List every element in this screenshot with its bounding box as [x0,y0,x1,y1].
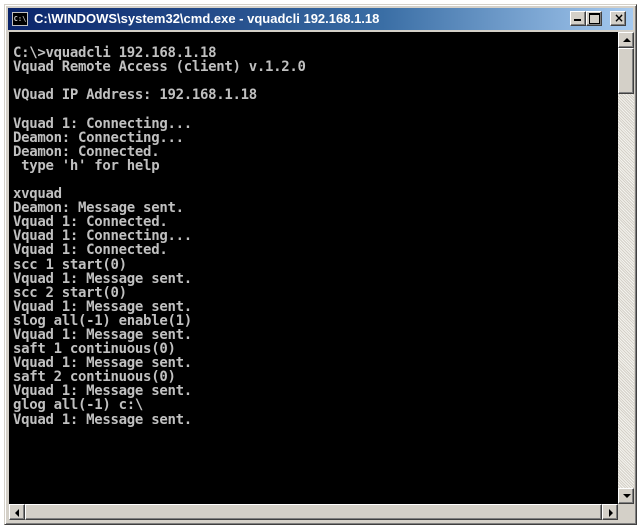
console-line: Deamon: Connecting... [13,129,184,146]
cmd-window: C:\ C:\WINDOWS\system32\cmd.exe - vquadc… [4,4,637,525]
console-line: Vquad 1: Message sent. [13,355,192,372]
console-line: VQuad IP Address: 192.168.1.18 [13,87,257,104]
console-line: glog all(-1) c:\ [13,397,144,414]
console-line: xvquad [13,186,62,203]
console-line: Deamon: Connected. [13,143,160,160]
console-line: Vquad 1: Connecting... [13,228,192,245]
close-icon: × [614,11,625,25]
vertical-scroll-thumb[interactable] [618,48,634,94]
scroll-right-button[interactable] [602,504,618,520]
console-line: Vquad 1: Connected. [13,214,168,231]
console-line: Vquad 1: Message sent. [13,326,192,343]
console-line: Vquad 1: Message sent. [13,298,192,315]
console-line: saft 2 continuous(0) [13,369,176,386]
up-arrow-icon [623,38,631,42]
console-line: type 'h' for help [13,157,160,174]
down-arrow-icon [623,494,631,498]
right-arrow-icon [609,509,613,517]
scrollbar-corner [618,504,634,520]
minimize-button[interactable] [570,11,586,26]
console-line: Vquad 1: Connected. [13,242,168,259]
title-bar[interactable]: C:\ C:\WINDOWS\system32\cmd.exe - vquadc… [8,8,633,30]
console-line: Vquad Remote Access (client) v.1.2.0 [13,59,306,76]
scroll-left-button[interactable] [9,504,25,520]
scroll-up-button[interactable] [618,32,634,48]
console-line: saft 1 continuous(0) [13,341,176,358]
console-icon[interactable]: C:\ [12,12,28,26]
console-output[interactable]: C:\>vquadcli 192.168.1.18 Vquad Remote Ac… [9,32,618,504]
scroll-down-button[interactable] [618,488,634,504]
console-line: scc 2 start(0) [13,284,127,301]
window-title: C:\WINDOWS\system32\cmd.exe - vquadcli 1… [34,11,380,26]
minimize-icon [574,19,581,21]
console-line: slog all(-1) enable(1) [13,312,192,329]
console-line: C:\>vquadcli 192.168.1.18 [13,45,217,62]
horizontal-scroll-thumb[interactable] [25,504,602,520]
console-line: Vquad 1: Message sent. [13,383,192,400]
maximize-button[interactable] [586,11,602,26]
console-line: Vquad 1: Message sent. [13,270,192,287]
console-line: scc 1 start(0) [13,256,127,273]
console-line: Vquad 1: Connecting... [13,115,192,132]
horizontal-scrollbar[interactable] [9,504,618,520]
console-line: Deamon: Message sent. [13,200,184,217]
vertical-scrollbar[interactable] [618,32,634,504]
console-line: Vquad 1: Message sent. [13,411,192,428]
maximize-icon [589,13,600,24]
close-button[interactable]: × [610,11,626,26]
left-arrow-icon [15,509,19,517]
